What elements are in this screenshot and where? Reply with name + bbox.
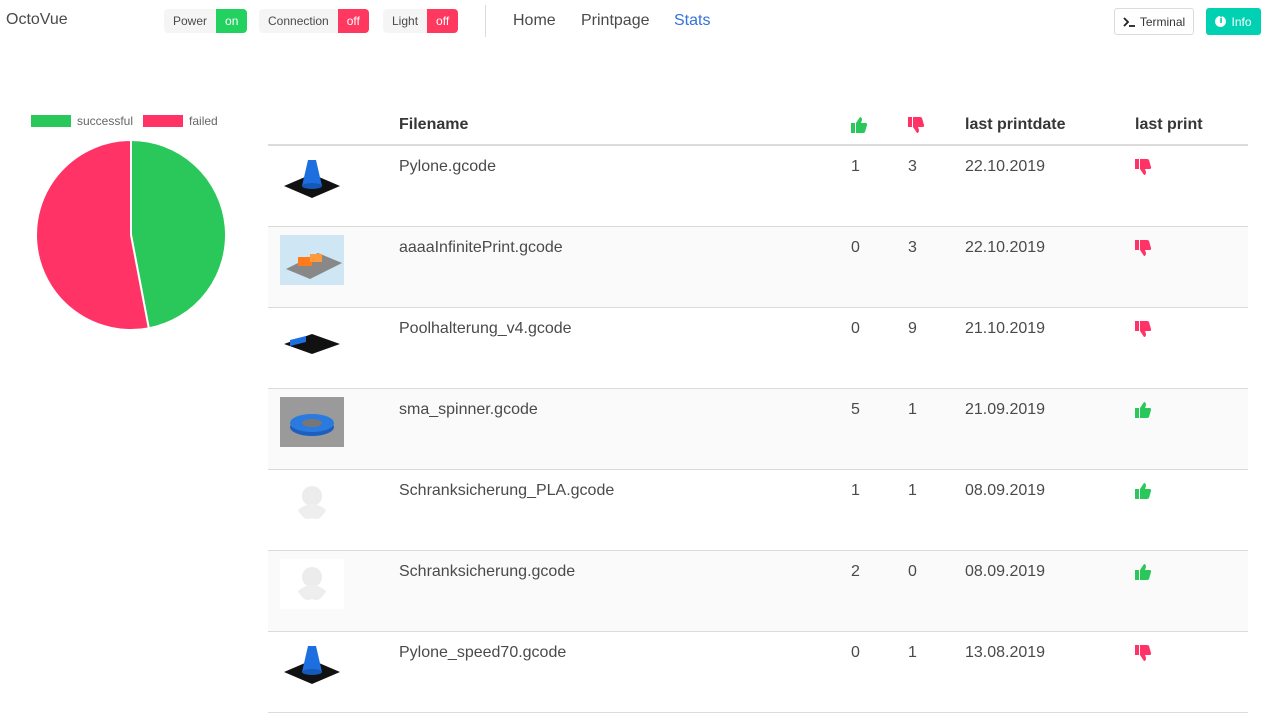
light-value[interactable]: off xyxy=(427,9,459,33)
info-button[interactable]: i Info xyxy=(1206,8,1261,35)
header-filename[interactable]: Filename xyxy=(399,116,468,134)
header-last-print[interactable]: last print xyxy=(1135,116,1203,134)
table-row[interactable]: Schranksicherung_PLA.gcode 1 1 08.09.2019 xyxy=(268,470,1248,551)
thumbs-up-icon xyxy=(851,117,868,133)
brand-logo[interactable]: OctoVue xyxy=(6,11,68,29)
thumbs-down-icon xyxy=(1134,320,1152,338)
light-status[interactable]: Light off xyxy=(383,9,459,33)
chart-legend: successful failed xyxy=(31,114,228,128)
legend-failed[interactable]: failed xyxy=(143,114,218,128)
table-row[interactable]: aaaaInfinitePrint.gcode 0 3 22.10.2019 xyxy=(268,227,1248,308)
file-thumbnail xyxy=(280,154,344,204)
stats-table: Filename last printdate last print Pylon… xyxy=(268,105,1248,713)
power-status[interactable]: Power on xyxy=(164,9,248,33)
pie-slice-successful[interactable] xyxy=(130,138,227,330)
connection-value[interactable]: off xyxy=(337,9,369,33)
info-icon: i xyxy=(1215,16,1227,27)
connection-status[interactable]: Connection off xyxy=(259,9,369,33)
pie-slice-failed[interactable] xyxy=(35,138,150,331)
light-label: Light xyxy=(383,9,428,33)
table-header: Filename last printdate last print xyxy=(268,105,1248,146)
file-name[interactable]: Pylone.gcode xyxy=(399,158,496,176)
nav-printpage[interactable]: Printpage xyxy=(581,12,650,30)
thumbs-down-icon xyxy=(1134,644,1152,662)
file-thumbnail xyxy=(280,640,344,690)
info-label: Info xyxy=(1231,14,1252,29)
file-thumbnail xyxy=(280,478,344,528)
success-count: 0 xyxy=(851,239,860,256)
header-last-printdate[interactable]: last printdate xyxy=(965,116,1065,134)
file-thumbnail xyxy=(280,397,344,447)
file-name[interactable]: Schranksicherung.gcode xyxy=(399,563,575,581)
header-success-icon[interactable] xyxy=(850,116,868,139)
last-printdate: 21.10.2019 xyxy=(965,320,1046,337)
success-count: 0 xyxy=(851,320,860,337)
table-row[interactable]: Schranksicherung.gcode 2 0 08.09.2019 xyxy=(268,551,1248,632)
legend-successful[interactable]: successful xyxy=(31,114,133,128)
nav-home[interactable]: Home xyxy=(513,12,556,30)
file-name[interactable]: aaaaInfinitePrint.gcode xyxy=(399,239,563,257)
fail-count: 1 xyxy=(908,482,917,499)
success-count: 1 xyxy=(851,482,860,499)
last-printdate: 22.10.2019 xyxy=(965,158,1046,175)
thumbs-up-icon xyxy=(1134,401,1152,419)
fail-count: 9 xyxy=(908,320,917,337)
table-row[interactable]: Pylone.gcode 1 3 22.10.2019 xyxy=(268,146,1248,227)
file-name[interactable]: Pylone_speed70.gcode xyxy=(399,644,566,662)
power-value[interactable]: on xyxy=(216,9,248,33)
fail-count: 1 xyxy=(908,401,917,418)
legend-label-failed: failed xyxy=(189,114,218,128)
legend-swatch-failed xyxy=(143,115,184,127)
file-thumbnail xyxy=(280,559,344,609)
fail-count: 0 xyxy=(908,563,917,580)
file-name[interactable]: Schranksicherung_PLA.gcode xyxy=(399,482,614,500)
table-row[interactable]: Poolhalterung_v4.gcode 0 9 21.10.2019 xyxy=(268,308,1248,389)
last-printdate: 21.09.2019 xyxy=(965,401,1046,418)
thumbs-down-icon xyxy=(908,117,925,133)
fail-count: 1 xyxy=(908,644,917,661)
thumbs-down-icon xyxy=(1134,158,1152,176)
last-printdate: 08.09.2019 xyxy=(965,563,1046,580)
terminal-icon xyxy=(1123,16,1135,27)
thumbs-up-icon xyxy=(1134,482,1152,500)
table-body: Pylone.gcode 1 3 22.10.2019 aaaaInfinitePrin… xyxy=(268,146,1248,713)
terminal-button[interactable]: Terminal xyxy=(1114,8,1194,35)
nav-stats[interactable]: Stats xyxy=(674,12,710,30)
last-printdate: 08.09.2019 xyxy=(965,482,1046,499)
file-thumbnail xyxy=(280,235,344,285)
fail-count: 3 xyxy=(908,239,917,256)
success-count: 2 xyxy=(851,563,860,580)
file-name[interactable]: sma_spinner.gcode xyxy=(399,401,538,419)
success-count: 5 xyxy=(851,401,860,418)
nav-divider xyxy=(485,5,486,37)
file-thumbnail xyxy=(280,316,344,366)
thumbs-up-icon xyxy=(1134,563,1152,581)
last-printdate: 22.10.2019 xyxy=(965,239,1046,256)
power-label: Power xyxy=(164,9,217,33)
connection-label: Connection xyxy=(259,9,338,33)
table-row[interactable]: Pylone_speed70.gcode 0 1 13.08.2019 xyxy=(268,632,1248,713)
file-name[interactable]: Poolhalterung_v4.gcode xyxy=(399,320,572,338)
header-fail-icon[interactable] xyxy=(907,116,925,139)
fail-count: 3 xyxy=(908,158,917,175)
table-row[interactable]: sma_spinner.gcode 5 1 21.09.2019 xyxy=(268,389,1248,470)
terminal-label: Terminal xyxy=(1139,14,1186,29)
legend-label-successful: successful xyxy=(77,114,134,128)
thumbs-down-icon xyxy=(1134,239,1152,257)
success-count: 0 xyxy=(851,644,860,661)
legend-swatch-successful xyxy=(31,115,71,127)
pie-chart[interactable] xyxy=(34,138,228,332)
navbar: OctoVue Power on Connection off Light of… xyxy=(0,0,1267,42)
last-printdate: 13.08.2019 xyxy=(965,644,1046,661)
success-count: 1 xyxy=(851,158,860,175)
